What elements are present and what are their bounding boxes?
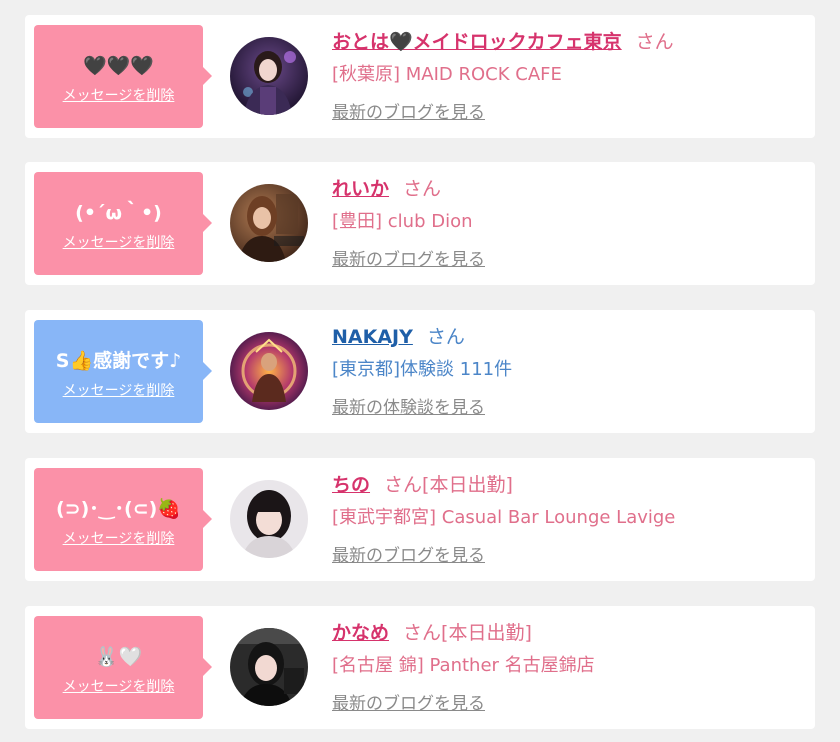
status-badge: [本日出勤] <box>441 622 532 644</box>
list-item: S👍感謝です♪ メッセージを削除 NAKAJY さん [東京都]体験談 111件 … <box>25 310 815 433</box>
avatar[interactable] <box>230 480 308 558</box>
message-bubble: (•´ω｀•) メッセージを削除 <box>34 172 212 275</box>
avatar[interactable] <box>230 332 308 410</box>
message-text: 🖤🖤🖤 <box>83 55 154 77</box>
item-info: れいか さん [豊田] club Dion 最新のブログを見る <box>332 174 802 273</box>
name-link[interactable]: NAKAJY <box>332 326 413 348</box>
name-link[interactable]: ちの <box>332 474 370 496</box>
message-bubble: 🐰🤍 メッセージを削除 <box>34 616 212 719</box>
latest-blog-link[interactable]: 最新のブログを見る <box>332 103 485 123</box>
honorific: さん <box>403 178 442 200</box>
delete-message-link[interactable]: メッセージを削除 <box>63 85 175 105</box>
shop-label: [東武宇都宮] Casual Bar Lounge Lavige <box>332 507 676 528</box>
item-info: おとは🖤メイドロックカフェ東京 さん [秋葉原] MAID ROCK CAFE 最… <box>332 27 802 126</box>
list-item: (•´ω｀•) メッセージを削除 れいか さん [豊田] club Dion 最新… <box>25 162 815 285</box>
status-badge: [本日出勤] <box>422 474 513 496</box>
shop-label: [秋葉原] MAID ROCK CAFE <box>332 64 562 85</box>
honorific: さん <box>426 326 465 348</box>
name-link[interactable]: おとは🖤メイドロックカフェ東京 <box>332 31 622 53</box>
list-item: (⊃)･‿･(⊂)🍓 メッセージを削除 ちの さん[本日出勤] [東武宇都宮] C… <box>25 458 815 581</box>
item-info: NAKAJY さん [東京都]体験談 111件 最新の体験談を見る <box>332 322 802 421</box>
item-info: かなめ さん[本日出勤] [名古屋 錦] Panther 名古屋錦店 最新のブログ… <box>332 618 802 717</box>
shop-label: [東京都]体験談 111件 <box>332 359 513 380</box>
message-text: (⊃)･‿･(⊂)🍓 <box>56 498 181 520</box>
honorific: さん <box>384 474 423 496</box>
delete-message-link[interactable]: メッセージを削除 <box>63 380 175 400</box>
delete-message-link[interactable]: メッセージを削除 <box>63 528 175 548</box>
avatar-image <box>230 37 308 115</box>
avatar[interactable] <box>230 184 308 262</box>
message-bubble: 🖤🖤🖤 メッセージを削除 <box>34 25 212 128</box>
message-text: 🐰🤍 <box>94 646 143 668</box>
shop-label: [名古屋 錦] Panther 名古屋錦店 <box>332 655 595 676</box>
avatar-image <box>230 184 308 262</box>
message-bubble: S👍感謝です♪ メッセージを削除 <box>34 320 212 423</box>
item-info: ちの さん[本日出勤] [東武宇都宮] Casual Bar Lounge Lav… <box>332 470 802 569</box>
list-item: 🖤🖤🖤 メッセージを削除 おとは🖤メイドロックカフェ東京 さん [秋葉原] MAI… <box>25 15 815 138</box>
delete-message-link[interactable]: メッセージを削除 <box>63 676 175 696</box>
list-item: 🐰🤍 メッセージを削除 かなめ さん[本日出勤] [名古屋 錦] Panther … <box>25 606 815 729</box>
favorites-list: 🖤🖤🖤 メッセージを削除 おとは🖤メイドロックカフェ東京 さん [秋葉原] MAI… <box>0 0 840 742</box>
latest-blog-link[interactable]: 最新のブログを見る <box>332 694 485 714</box>
avatar[interactable] <box>230 37 308 115</box>
avatar-image <box>230 480 308 558</box>
avatar[interactable] <box>230 628 308 706</box>
avatar-image <box>230 332 308 410</box>
shop-label: [豊田] club Dion <box>332 211 473 232</box>
latest-blog-link[interactable]: 最新のブログを見る <box>332 546 485 566</box>
message-bubble: (⊃)･‿･(⊂)🍓 メッセージを削除 <box>34 468 212 571</box>
honorific: さん <box>403 622 442 644</box>
name-link[interactable]: かなめ <box>332 622 389 644</box>
latest-blog-link[interactable]: 最新のブログを見る <box>332 250 485 270</box>
name-link[interactable]: れいか <box>332 178 389 200</box>
delete-message-link[interactable]: メッセージを削除 <box>63 232 175 252</box>
avatar-image <box>230 628 308 706</box>
latest-review-link[interactable]: 最新の体験談を見る <box>332 398 485 418</box>
honorific: さん <box>635 31 674 53</box>
message-text: S👍感謝です♪ <box>55 350 182 372</box>
message-text: (•´ω｀•) <box>75 202 162 224</box>
